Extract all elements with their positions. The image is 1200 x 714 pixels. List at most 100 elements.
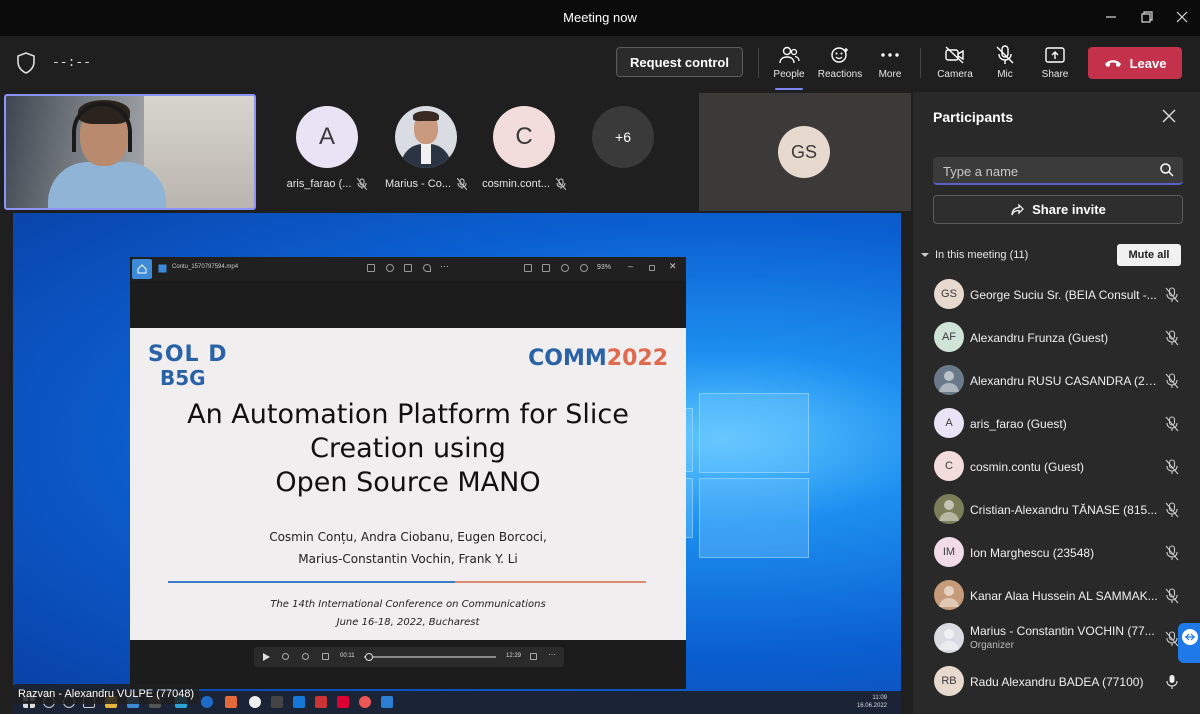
participant-search[interactable] bbox=[933, 157, 1183, 185]
pdf-icon[interactable] bbox=[337, 696, 349, 708]
close-window-button[interactable] bbox=[1170, 6, 1194, 28]
person-silhouette bbox=[48, 162, 166, 208]
participant-role: Organizer bbox=[970, 640, 1014, 651]
shield-icon[interactable] bbox=[16, 52, 36, 74]
seek-knob[interactable] bbox=[364, 653, 373, 661]
mic-muted-icon[interactable] bbox=[1165, 545, 1179, 566]
slide-divider bbox=[168, 581, 646, 583]
edit-icon[interactable] bbox=[367, 264, 375, 272]
rotate-icon[interactable] bbox=[386, 264, 394, 272]
participants-panel: Participants Share invite In this meetin… bbox=[913, 92, 1200, 714]
participant-row[interactable]: IM Ion Marghescu (23548) bbox=[933, 532, 1193, 574]
share-invite-button[interactable]: Share invite bbox=[933, 195, 1183, 224]
participant-name: Alexandru Frunza (Guest) bbox=[970, 331, 1109, 345]
mic-muted-icon[interactable] bbox=[1165, 631, 1179, 652]
delete-icon[interactable] bbox=[404, 264, 412, 272]
presenter-video-tile[interactable] bbox=[4, 94, 256, 210]
overflow-participants[interactable]: +6 bbox=[578, 106, 668, 168]
request-control-button[interactable]: Request control bbox=[616, 47, 743, 77]
participant-row[interactable]: Kanar Alaa Hussein AL SAMMAK... bbox=[933, 575, 1193, 617]
search-input[interactable] bbox=[943, 163, 1143, 179]
playback-controls: 00:11 12:29 ··· bbox=[254, 647, 564, 667]
close-icon[interactable] bbox=[1159, 106, 1179, 126]
mic-button[interactable]: Mic bbox=[978, 44, 1032, 86]
edge-icon[interactable] bbox=[201, 696, 213, 708]
zoom-level: 93% bbox=[597, 264, 612, 271]
mute-all-button[interactable]: Mute all bbox=[1117, 244, 1181, 266]
toolbar-divider bbox=[920, 48, 921, 78]
photos-icon[interactable] bbox=[381, 696, 393, 708]
fit-icon[interactable] bbox=[542, 264, 550, 272]
forward-icon[interactable] bbox=[302, 653, 309, 660]
window-title: Meeting now bbox=[563, 10, 637, 25]
close-icon[interactable]: ✕ bbox=[669, 261, 677, 272]
slide-conference: The 14th International Conference on Com… bbox=[270, 599, 546, 628]
participant-row[interactable]: RB Radu Alexandru BADEA (77100) bbox=[933, 661, 1193, 703]
minimize-button[interactable] bbox=[1099, 6, 1123, 28]
zoom-in-icon[interactable] bbox=[580, 264, 588, 272]
taskbar-clock[interactable]: 11:09 16.06.2022 bbox=[857, 694, 887, 710]
share-tray-icon bbox=[1045, 47, 1065, 63]
heart-icon[interactable] bbox=[423, 264, 431, 272]
more-options-icon[interactable]: ··· bbox=[548, 650, 556, 659]
home-icon bbox=[137, 264, 147, 274]
participant-tile[interactable]: A aris_farao (... bbox=[282, 106, 372, 190]
play-icon[interactable] bbox=[262, 653, 270, 661]
mic-muted-icon[interactable] bbox=[1165, 459, 1179, 480]
rewind-icon[interactable] bbox=[282, 653, 289, 660]
more-options-icon[interactable]: ··· bbox=[440, 261, 449, 271]
seek-bar[interactable] bbox=[364, 656, 496, 658]
minimize-icon[interactable]: – bbox=[628, 261, 633, 271]
taskbar-date: 16.06.2022 bbox=[856, 703, 887, 709]
participant-row[interactable]: GS George Suciu Sr. (BEIA Consult -... bbox=[933, 274, 1193, 316]
restore-button[interactable] bbox=[1135, 6, 1159, 28]
people-button[interactable]: People bbox=[762, 44, 816, 90]
more-button[interactable]: More bbox=[863, 44, 917, 86]
participant-row[interactable]: AF Alexandru Frunza (Guest) bbox=[933, 317, 1193, 359]
participant-tile[interactable]: C cosmin.cont... bbox=[479, 106, 569, 190]
participant-name: aris_farao (Guest) bbox=[970, 417, 1067, 431]
participant-row[interactable]: Marius - Constantin VOCHIN (77... Organiz… bbox=[933, 618, 1193, 660]
participant-row[interactable]: Cristian-Alexandru TĂNASE (815... bbox=[933, 489, 1193, 531]
app-icon[interactable] bbox=[271, 696, 283, 708]
volume-icon[interactable] bbox=[322, 653, 329, 660]
participant-row[interactable]: Ccosmin.contu (Guest) bbox=[933, 446, 1193, 488]
avatar-photo bbox=[934, 365, 964, 395]
participant-name: cosmin.cont... bbox=[482, 178, 550, 190]
camera-label: Camera bbox=[937, 69, 973, 80]
mic-muted-icon[interactable] bbox=[1165, 373, 1179, 394]
participant-tile[interactable]: Marius - Co... bbox=[381, 106, 471, 190]
slide-authors: Cosmin Conțu, Andra Ciobanu, Eugen Borco… bbox=[269, 530, 547, 566]
reactions-button[interactable]: Reactions bbox=[813, 44, 867, 86]
mic-on-icon[interactable] bbox=[1165, 674, 1179, 695]
participant-name: Radu Alexandru BADEA (77100) bbox=[970, 675, 1144, 689]
home-button[interactable] bbox=[132, 259, 152, 279]
mic-muted-icon[interactable] bbox=[1165, 416, 1179, 437]
fullscreen-icon[interactable] bbox=[524, 264, 532, 272]
reactions-label: Reactions bbox=[817, 69, 863, 80]
maximize-icon[interactable] bbox=[649, 265, 655, 271]
participant-row[interactable]: Alexandru RUSU CASANDRA (23... bbox=[933, 360, 1193, 402]
leave-button[interactable]: Leave bbox=[1088, 47, 1182, 79]
teamviewer-side-badge[interactable] bbox=[1178, 623, 1200, 663]
meeting-timer: --:-- bbox=[52, 55, 92, 70]
outlook-icon[interactable] bbox=[315, 696, 327, 708]
mic-muted-icon[interactable] bbox=[1165, 588, 1179, 609]
people-icon bbox=[779, 46, 800, 64]
mic-muted-icon[interactable] bbox=[1165, 330, 1179, 351]
app-icon[interactable] bbox=[359, 696, 371, 708]
in-meeting-section-toggle[interactable]: In this meeting (11) bbox=[921, 249, 1028, 261]
camera-button[interactable]: Camera bbox=[928, 44, 982, 86]
mic-muted-icon[interactable] bbox=[1165, 502, 1179, 523]
mic-muted-icon[interactable] bbox=[1165, 287, 1179, 308]
app-icon[interactable] bbox=[225, 696, 237, 708]
participant-tile-gs[interactable]: GS bbox=[699, 93, 911, 211]
zoom-out-icon[interactable] bbox=[561, 264, 569, 272]
participant-row[interactable]: Aaris_farao (Guest) bbox=[933, 403, 1193, 445]
mic-muted-icon bbox=[555, 178, 566, 190]
chrome-icon[interactable] bbox=[249, 696, 261, 708]
caption-icon[interactable] bbox=[530, 653, 537, 660]
avatar: A bbox=[934, 408, 964, 438]
dropbox-icon[interactable] bbox=[293, 696, 305, 708]
share-button[interactable]: Share bbox=[1028, 44, 1082, 86]
